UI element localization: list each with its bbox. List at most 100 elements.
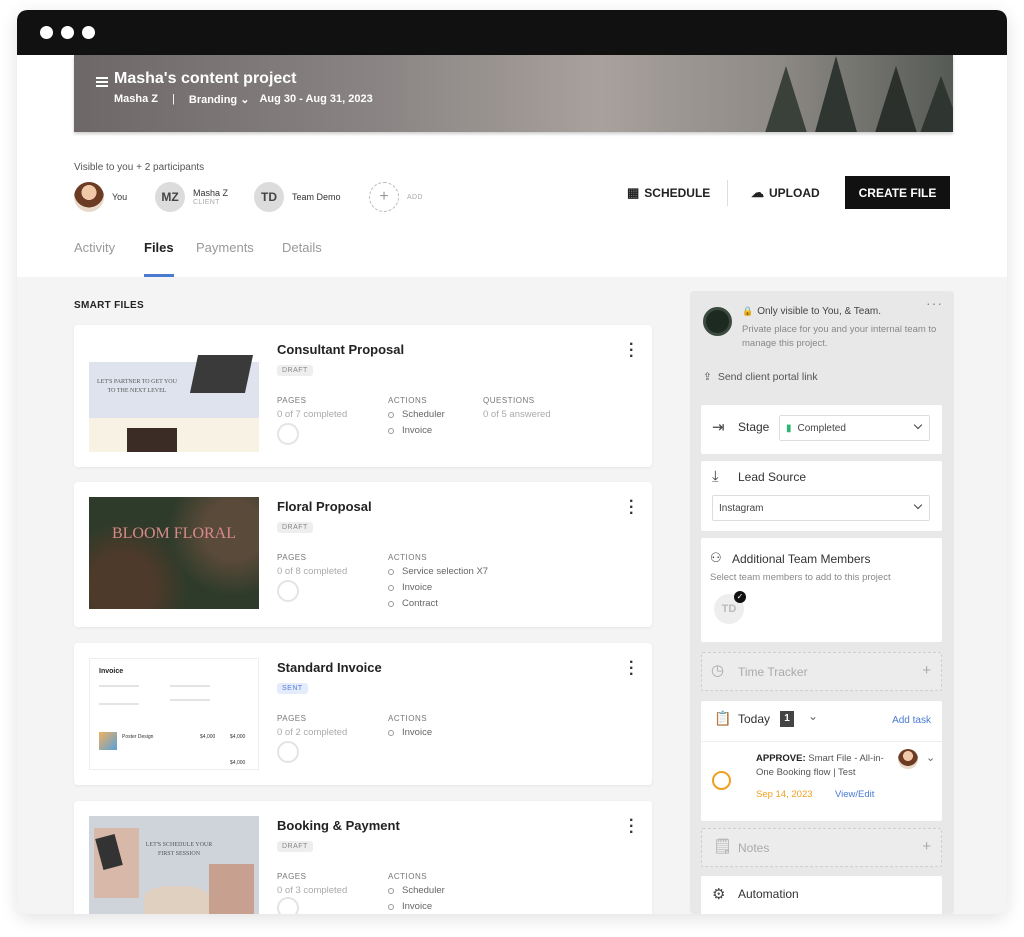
automation-label: Automation <box>738 887 799 901</box>
tab-files[interactable]: Files <box>144 240 174 255</box>
notes-card[interactable]: 🗒 Notes + <box>701 828 942 867</box>
file-title[interactable]: Consultant Proposal <box>277 342 404 357</box>
add-participant-button[interactable]: + ADD <box>369 182 423 212</box>
time-tracker-card[interactable]: ◷ Time Tracker + <box>701 652 942 691</box>
add-task-link[interactable]: Add task <box>892 715 931 726</box>
automation-card[interactable]: ⚙ Automation <box>701 876 942 914</box>
team-logo-avatar <box>703 307 732 336</box>
chevron-down-icon: ⌄ <box>240 94 250 106</box>
action-label: Scheduler <box>402 409 445 420</box>
lead-source-card: ⤓ Lead Source Instagram <box>701 461 942 531</box>
schedule-button[interactable]: ▦ SCHEDULE <box>627 185 710 201</box>
more-options-icon[interactable]: ··· <box>629 813 634 841</box>
participant-masha[interactable]: MZ Masha Z CLIENT <box>155 182 228 212</box>
thumb-total: $4,000 <box>230 760 246 766</box>
visibility-title: Only visible to You, & Team. <box>757 306 881 317</box>
create-file-button[interactable]: CREATE FILE <box>845 176 950 209</box>
toolbar-divider <box>727 180 728 206</box>
stage-select[interactable]: ▮ Completed <box>779 415 930 441</box>
tab-activity[interactable]: Activity <box>74 240 115 255</box>
tab-payments[interactable]: Payments <box>196 240 254 255</box>
upload-button[interactable]: ☁ UPLOAD <box>751 185 820 201</box>
app-window: Masha's content project Masha Z | Brandi… <box>17 10 1007 914</box>
task-prefix: APPROVE: <box>756 753 806 764</box>
visibility-description: Private place for you and your internal … <box>742 324 937 349</box>
thumb-lines <box>170 685 210 701</box>
file-card-standard-invoice[interactable]: Invoice Poster Design $4,000 $4,000 $4,0… <box>74 643 652 785</box>
project-side-panel: 🔒 Only visible to You, & Team. ··· Priva… <box>690 291 954 914</box>
send-portal-link-button[interactable]: ⇪ Send client portal link <box>703 371 818 383</box>
plus-icon[interactable]: + <box>922 662 931 679</box>
file-card-booking-payment[interactable]: LET'S SCHEDULE YOUR FIRST SESSION Bookin… <box>74 801 652 914</box>
project-header: Masha's content project Masha Z | Brandi… <box>17 55 1007 277</box>
clipboard-icon: 📋 <box>714 710 732 726</box>
file-title[interactable]: Floral Proposal <box>277 499 372 514</box>
action-label: Scheduler <box>402 885 445 896</box>
pages-value: 0 of 8 completed <box>277 566 348 577</box>
time-tracker-label: Time Tracker <box>738 665 808 679</box>
task-description[interactable]: APPROVE: Smart File - All-in-One Booking… <box>756 752 901 780</box>
action-item: Scheduler <box>388 409 445 420</box>
chevron-down-icon[interactable]: ⌄ <box>808 709 818 723</box>
progress-circle <box>277 741 299 763</box>
chevron-down-icon[interactable]: ⌄ <box>926 751 935 764</box>
photo-block <box>127 428 177 452</box>
project-dates[interactable]: Aug 30 - Aug 31, 2023 <box>259 93 372 106</box>
task-complete-checkbox[interactable] <box>712 771 731 790</box>
window-minimize-dot[interactable] <box>61 26 74 39</box>
action-label: Invoice <box>402 425 433 436</box>
banner-tree-shape <box>874 66 918 132</box>
pages-value: 0 of 7 completed <box>277 409 348 420</box>
participant-you[interactable]: You <box>74 182 127 212</box>
thumb-text: BLOOM FLORAL <box>111 525 236 542</box>
project-type-dropdown[interactable]: Branding ⌄ <box>189 93 250 106</box>
action-item: Contract <box>388 598 438 609</box>
active-tab-indicator <box>144 274 174 277</box>
pages-value: 0 of 3 completed <box>277 885 348 896</box>
pages-label: PAGES <box>277 553 307 562</box>
more-options-icon[interactable]: ··· <box>629 655 634 683</box>
file-card-floral-proposal[interactable]: BLOOM FLORAL Floral Proposal DRAFT PAGES… <box>74 482 652 627</box>
lead-source-select[interactable]: Instagram <box>712 495 930 521</box>
project-owner[interactable]: Masha Z <box>114 93 158 106</box>
more-options-icon[interactable]: ··· <box>926 295 943 311</box>
project-title: Masha's content project <box>114 70 297 87</box>
participant-team-demo[interactable]: TD Team Demo <box>254 182 341 212</box>
action-label: Service selection X7 <box>402 566 489 577</box>
avatar: TD <box>254 182 284 212</box>
plus-icon[interactable]: + <box>922 838 931 855</box>
pages-label: PAGES <box>277 396 307 405</box>
hamburger-menu-icon[interactable] <box>96 77 108 87</box>
pages-label: PAGES <box>277 872 307 881</box>
window-maximize-dot[interactable] <box>82 26 95 39</box>
window-close-dot[interactable] <box>40 26 53 39</box>
chevron-down-icon <box>913 500 923 510</box>
more-options-icon[interactable]: ··· <box>629 494 634 522</box>
smart-files-heading: SMART FILES <box>74 300 144 311</box>
file-thumbnail: LET'S PARTNER TO GET YOU TO THE NEXT LEV… <box>89 340 259 452</box>
photo-block <box>144 886 209 914</box>
notes-label: Notes <box>738 841 770 855</box>
banner-tree-shape <box>814 56 858 132</box>
actions-label: ACTIONS <box>388 396 428 405</box>
action-item: Scheduler <box>388 885 445 896</box>
bookmark-icon: ▮ <box>786 422 792 434</box>
status-badge: DRAFT <box>277 365 313 376</box>
participants-visibility-text: Visible to you + 2 participants <box>74 162 205 173</box>
tab-details[interactable]: Details <box>282 240 322 255</box>
file-card-consultant-proposal[interactable]: LET'S PARTNER TO GET YOU TO THE NEXT LEV… <box>74 325 652 467</box>
lead-source-label: Lead Source <box>738 470 807 484</box>
file-title[interactable]: Standard Invoice <box>277 660 382 675</box>
project-banner: Masha's content project Masha Z | Brandi… <box>74 55 953 132</box>
team-users-icon: ⚇ <box>710 550 722 565</box>
thumb-invoice-title: Invoice <box>99 668 124 675</box>
file-title[interactable]: Booking & Payment <box>277 818 400 833</box>
task-view-edit-link[interactable]: View/Edit <box>835 789 874 800</box>
file-thumbnail: Invoice Poster Design $4,000 $4,000 $4,0… <box>89 658 259 770</box>
status-badge: SENT <box>277 683 308 694</box>
more-options-icon[interactable]: ··· <box>629 337 634 365</box>
action-label: Invoice <box>402 727 433 738</box>
status-badge: DRAFT <box>277 522 313 533</box>
share-icon: ⇪ <box>703 371 712 383</box>
action-item: Invoice <box>388 582 432 593</box>
